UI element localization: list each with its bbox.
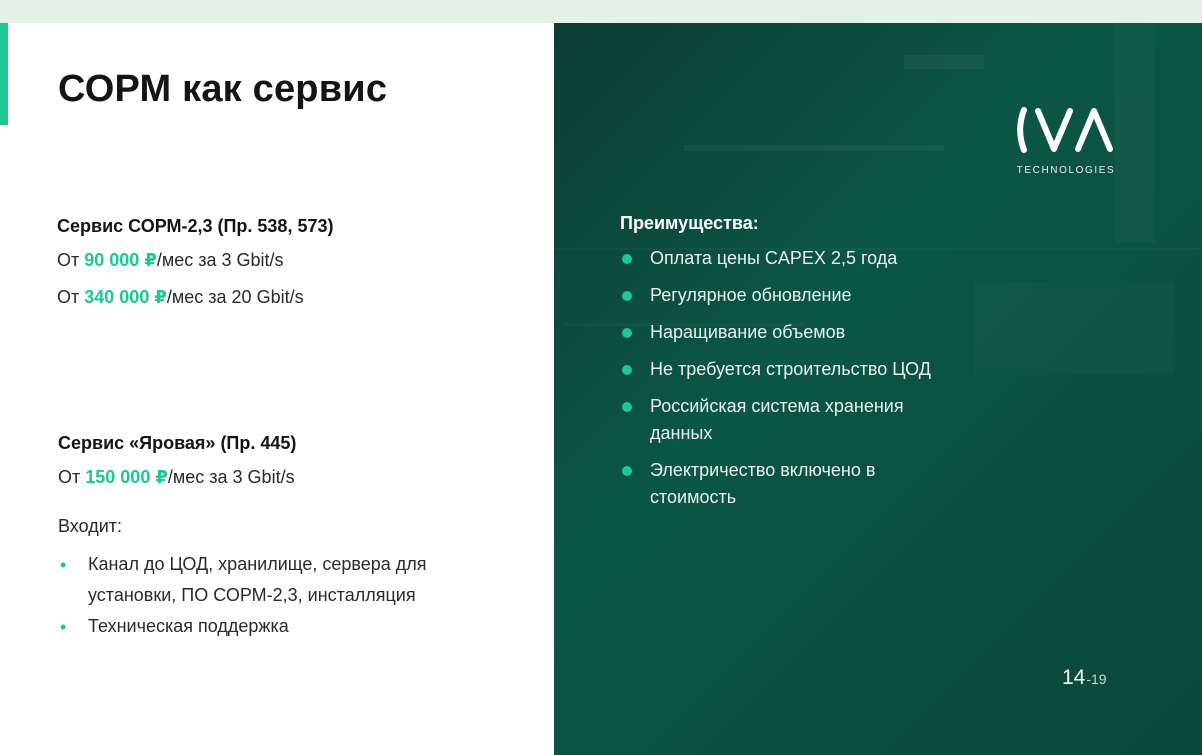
sorm-service-title: Сервис СОРМ-2,3 (Пр. 538, 573) xyxy=(57,216,334,236)
list-item: • Техническая поддержка xyxy=(58,611,518,642)
bullet-icon: • xyxy=(60,555,67,575)
bullet-icon xyxy=(622,466,632,476)
bullet-icon xyxy=(622,254,632,264)
advantages-list: Оплата цены CAPEX 2,5 года Регулярное об… xyxy=(620,245,1040,521)
includes-label: Входит: xyxy=(58,516,123,536)
slide-title: СОРМ как сервис xyxy=(58,68,388,110)
price-value: 90 000 ₽ xyxy=(84,250,157,270)
advantages-title: Преимущества: xyxy=(620,213,759,233)
list-item: Не требуется строительство ЦОД xyxy=(620,356,1040,383)
list-item: Оплата цены CAPEX 2,5 года xyxy=(620,245,1040,272)
list-item: Российская система хранения данных xyxy=(620,393,950,447)
yarovaya-service-title: Сервис «Яровая» (Пр. 445) xyxy=(58,433,297,453)
price-value: 150 000 ₽ xyxy=(85,467,168,487)
includes-list: • Канал до ЦОД, хранилище, сервера для у… xyxy=(58,549,518,642)
sorm-price-line-2: От 340 000 ₽/мес за 20 Gbit/s xyxy=(57,287,304,308)
left-panel xyxy=(0,23,554,755)
bullet-icon xyxy=(622,365,632,375)
price-prefix: От xyxy=(58,467,81,487)
price-value: 340 000 ₽ xyxy=(84,287,167,307)
logo-subtitle: TECHNOLOGIES xyxy=(1016,165,1116,176)
page-number: 14-19 xyxy=(1062,666,1107,689)
top-strip xyxy=(0,0,1202,23)
yarovaya-price-line: От 150 000 ₽/мес за 3 Gbit/s xyxy=(58,467,295,488)
price-suffix: /мес за 3 Gbit/s xyxy=(167,467,295,487)
price-suffix: /мес за 3 Gbit/s xyxy=(156,250,284,270)
sorm-price-line-1: От 90 000 ₽/мес за 3 Gbit/s xyxy=(57,250,284,271)
accent-bar xyxy=(0,23,8,125)
list-item: Электричество включено в стоимость xyxy=(620,457,910,511)
iva-logo-icon xyxy=(1017,107,1113,153)
bullet-icon xyxy=(622,402,632,412)
list-item: Наращивание объемов xyxy=(620,319,1040,346)
price-prefix: От xyxy=(57,287,80,307)
price-prefix: От xyxy=(57,250,80,270)
bullet-icon xyxy=(622,328,632,338)
bullet-icon: • xyxy=(60,617,67,637)
list-item: Регулярное обновление xyxy=(620,282,1040,309)
list-item: • Канал до ЦОД, хранилище, сервера для у… xyxy=(58,549,518,611)
right-panel: TECHNOLOGIES Преимущества: Оплата цены C… xyxy=(554,23,1202,755)
bullet-icon xyxy=(622,291,632,301)
price-suffix: /мес за 20 Gbit/s xyxy=(166,287,304,307)
